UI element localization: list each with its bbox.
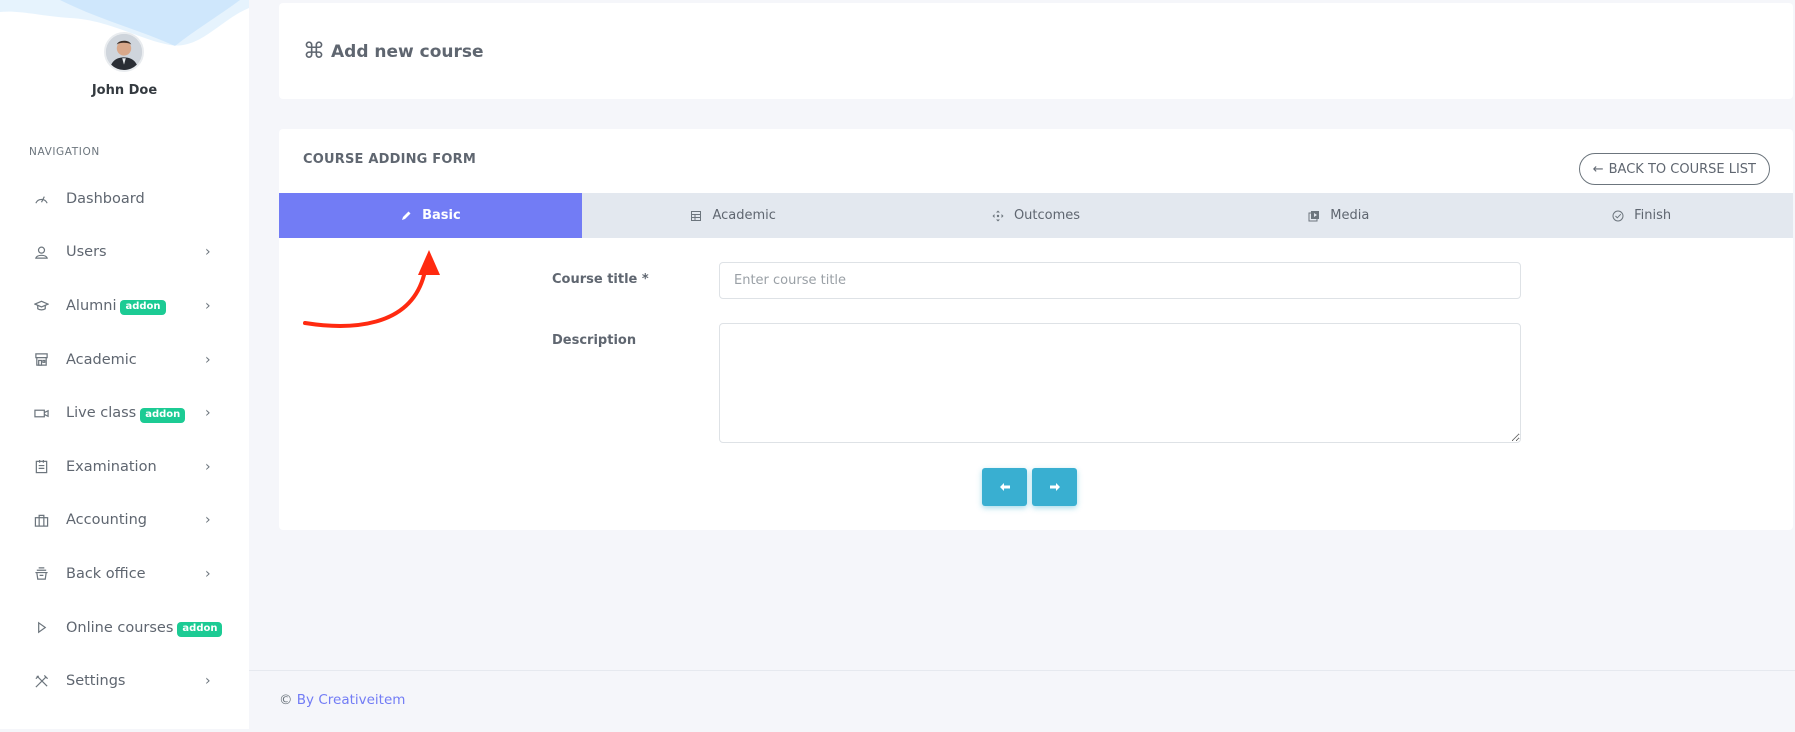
basket-icon [33, 566, 49, 582]
card-title: COURSE ADDING FORM [303, 152, 476, 167]
tab-label: Basic [422, 208, 461, 223]
course-title-row: Course title * [552, 262, 1521, 299]
creativeitem-link[interactable]: By Creativeitem [297, 692, 406, 708]
tab-label: Finish [1634, 208, 1671, 223]
sidebar-item-label: Academic [66, 352, 137, 368]
graduation-cap-icon [33, 298, 49, 314]
sidebar-item-users[interactable]: Users › [0, 226, 249, 280]
page-title: ⌘ Add new course [303, 39, 484, 64]
user-icon [33, 244, 49, 260]
arrow-left-icon [1000, 483, 1010, 491]
sidebar-item-label: Dashboard [66, 191, 145, 207]
media-icon [1308, 210, 1320, 222]
sidebar-item-label: Live class [66, 405, 136, 421]
footer-divider [249, 670, 1795, 671]
tools-icon [33, 673, 49, 689]
play-icon [33, 620, 49, 636]
form-tabs: Basic Academic Outcomes Media Finish [279, 193, 1793, 238]
tab-label: Academic [712, 208, 775, 223]
chevron-right-icon: › [205, 244, 211, 260]
command-icon: ⌘ [303, 39, 325, 64]
pencil-icon [400, 210, 412, 222]
description-textarea[interactable] [719, 323, 1521, 443]
page-header: ⌘ Add new course [279, 3, 1793, 99]
previous-step-button[interactable] [982, 468, 1027, 506]
next-step-button[interactable] [1032, 468, 1077, 506]
arrow-left-icon: ← [1593, 162, 1604, 177]
tab-academic[interactable]: Academic [582, 193, 885, 238]
chevron-right-icon: › [205, 298, 211, 314]
course-form-card: COURSE ADDING FORM ← BACK TO COURSE LIST… [279, 129, 1793, 530]
chevron-right-icon: › [205, 459, 211, 475]
store-icon [33, 352, 49, 368]
chevron-right-icon: › [205, 673, 211, 689]
clipboard-icon [33, 459, 49, 475]
tab-finish[interactable]: Finish [1490, 193, 1793, 238]
description-label: Description [552, 323, 719, 443]
speedometer-icon [33, 191, 49, 207]
sidebar-item-label: Examination [66, 459, 157, 475]
sidebar-item-label: Alumni [66, 298, 116, 314]
footer: © By Creativeitem [279, 692, 405, 708]
page-title-text: Add new course [331, 42, 484, 62]
chevron-right-icon: › [205, 512, 211, 528]
back-to-course-list-button[interactable]: ← BACK TO COURSE LIST [1579, 153, 1770, 185]
tab-label: Media [1330, 208, 1369, 223]
chevron-right-icon: › [205, 352, 211, 368]
addon-badge: addon [120, 300, 165, 315]
check-circle-icon [1612, 210, 1624, 222]
course-title-label: Course title * [552, 262, 719, 299]
move-icon [992, 210, 1004, 222]
briefcase-icon [33, 512, 49, 528]
tab-outcomes[interactable]: Outcomes [885, 193, 1188, 238]
copyright-symbol: © [279, 692, 293, 708]
tab-media[interactable]: Media [1187, 193, 1490, 238]
nav-heading: NAVIGATION [29, 146, 100, 158]
sidebar-item-label: Settings [66, 673, 125, 689]
sidebar-item-live-class[interactable]: Live class addon › [0, 386, 249, 440]
sidebar-item-label: Back office [66, 566, 146, 582]
tab-label: Outcomes [1014, 208, 1080, 223]
user-name[interactable]: John Doe [0, 83, 249, 98]
sidebar-item-settings[interactable]: Settings › [0, 654, 249, 708]
nav-list: Dashboard Users › Alumni addon › Academi… [0, 172, 249, 708]
sidebar-item-label: Accounting [66, 512, 147, 528]
sidebar-item-accounting[interactable]: Accounting › [0, 494, 249, 548]
arrow-right-icon [1050, 483, 1060, 491]
table-icon [690, 210, 702, 222]
sidebar-item-online-courses[interactable]: Online courses addon [0, 601, 249, 655]
addon-badge: addon [140, 408, 185, 423]
tab-basic[interactable]: Basic [279, 193, 582, 238]
sidebar-item-alumni[interactable]: Alumni addon › [0, 279, 249, 333]
course-title-input[interactable] [719, 262, 1521, 299]
user-photo [106, 34, 142, 70]
sidebar-item-label: Online courses [66, 620, 173, 636]
sidebar-item-examination[interactable]: Examination › [0, 440, 249, 494]
avatar[interactable] [104, 32, 144, 72]
description-row: Description [552, 323, 1521, 443]
addon-badge: addon [177, 622, 222, 637]
sidebar-item-academic[interactable]: Academic › [0, 333, 249, 387]
sidebar: John Doe NAVIGATION Dashboard Users › Al… [0, 0, 249, 729]
sidebar-item-back-office[interactable]: Back office › [0, 547, 249, 601]
back-button-label: BACK TO COURSE LIST [1609, 162, 1756, 177]
sidebar-item-label: Users [66, 244, 107, 260]
video-camera-icon [33, 405, 49, 421]
sidebar-item-dashboard[interactable]: Dashboard [0, 172, 249, 226]
chevron-right-icon: › [205, 405, 211, 421]
chevron-right-icon: › [205, 566, 211, 582]
